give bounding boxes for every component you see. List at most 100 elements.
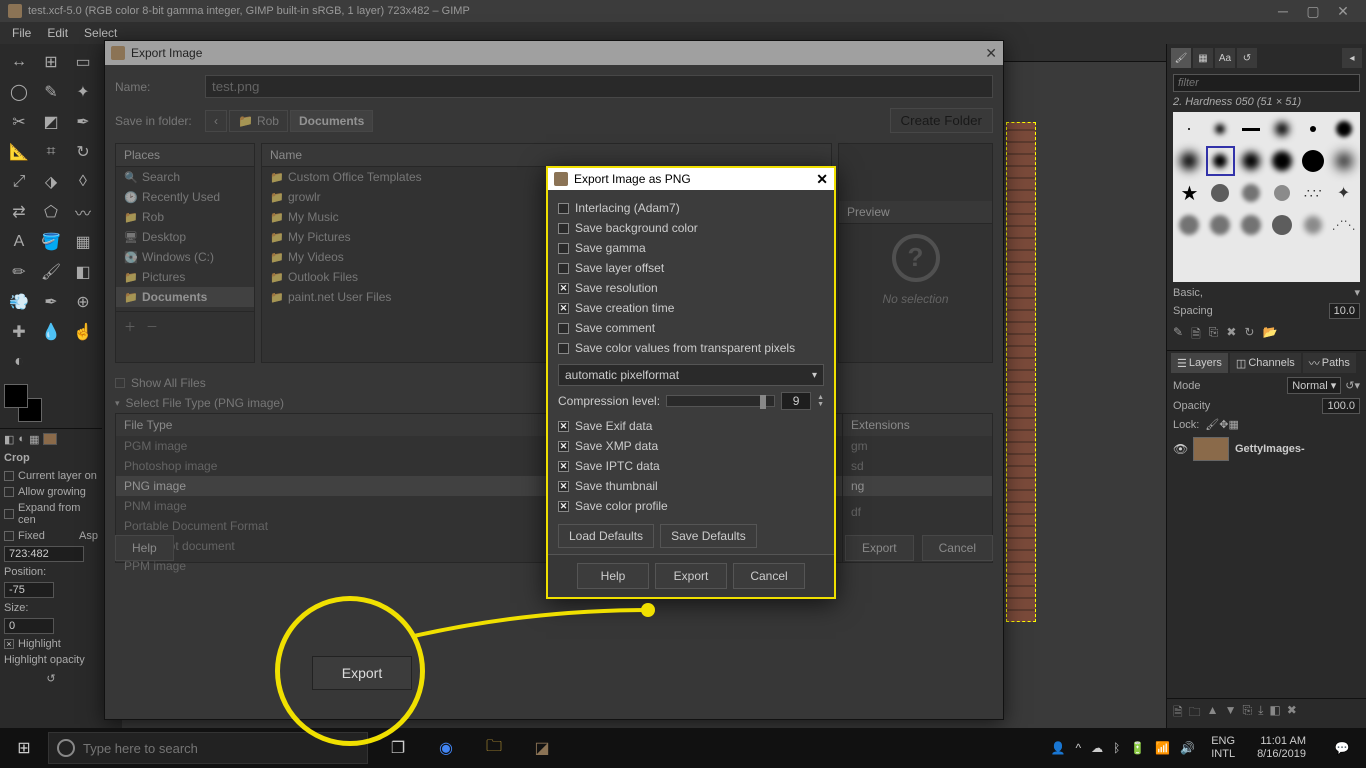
places-item[interactable]: 📁Pictures [116, 267, 254, 287]
menu-file[interactable]: File [4, 24, 39, 42]
annotation-export-button[interactable]: Export [312, 656, 412, 690]
remove-bookmark-icon[interactable]: － [146, 318, 158, 335]
create-folder-button[interactable]: Create Folder [890, 108, 994, 133]
bluetooth-icon[interactable]: ᛒ [1113, 741, 1120, 755]
mode-chevron-icon[interactable]: ▾ [1354, 379, 1360, 392]
export-confirm-button[interactable]: Export [845, 535, 914, 561]
maximize-button[interactable]: ▢ [1298, 1, 1328, 21]
brushes-tab-icon[interactable]: 🖌 [1171, 48, 1191, 68]
pixelformat-select[interactable]: automatic pixelformat▾ [558, 364, 824, 386]
start-button[interactable]: ⊞ [0, 728, 48, 768]
export-dialog-titlebar[interactable]: Export Image ✕ [105, 41, 1003, 65]
mask-layer-icon[interactable]: ◧ [1269, 703, 1280, 724]
tool-clone[interactable]: ⊕ [68, 288, 98, 316]
spin-up-icon[interactable]: ▲ [817, 394, 824, 401]
lock-position-icon[interactable]: ✥ [1219, 418, 1228, 431]
tool-heal[interactable]: ✚ [4, 318, 34, 346]
export-filename-input[interactable] [205, 75, 993, 98]
lower-layer-icon[interactable]: ▼ [1225, 703, 1237, 724]
spacing-value[interactable]: 10.0 [1329, 303, 1360, 319]
chk-allow-growing[interactable] [4, 487, 14, 497]
chk-current-layer[interactable] [4, 471, 14, 481]
places-item[interactable]: 🔍Search [116, 167, 254, 187]
visibility-icon[interactable]: 👁 [1173, 442, 1187, 456]
breadcrumb-item[interactable]: Documents [290, 110, 373, 132]
png-option-checkbox[interactable]: Interlacing (Adam7) [558, 198, 824, 218]
people-icon[interactable]: 👤 [1051, 741, 1066, 755]
fg-color-swatch[interactable] [4, 384, 28, 408]
explorer-app-icon[interactable]: 🗀 [472, 728, 516, 768]
gimp-app-icon[interactable]: ◪ [520, 728, 564, 768]
cortana-icon[interactable] [57, 739, 75, 757]
layer-thumbnail[interactable] [1193, 437, 1229, 461]
color-swatches[interactable] [4, 384, 44, 424]
brush-grid[interactable]: ★ ∴∵ ✦ ⋰⋱ [1173, 112, 1360, 282]
places-item[interactable]: 🖥Desktop [116, 227, 254, 247]
png-option-checkbox[interactable]: ✕Save creation time [558, 298, 824, 318]
onedrive-icon[interactable]: ☁ [1091, 741, 1103, 755]
battery-icon[interactable]: 🔋 [1130, 741, 1145, 755]
tab-channels[interactable]: ◫Channels [1230, 353, 1301, 373]
tool-fuzzy-select[interactable]: ✦ [68, 78, 98, 106]
dock-menu-icon[interactable]: ◂ [1342, 48, 1362, 68]
tool-paths[interactable]: ✒ [68, 108, 98, 136]
png-option-checkbox[interactable]: Save background color [558, 218, 824, 238]
history-tab-icon[interactable]: ↺ [1237, 48, 1257, 68]
tool-pencil[interactable]: ✏ [4, 258, 34, 286]
places-item[interactable]: 🕑Recently Used [116, 187, 254, 207]
taskbar-search-input[interactable] [83, 741, 359, 756]
tool-free-select[interactable]: ✎ [36, 78, 66, 106]
tool-blur[interactable]: 💧 [36, 318, 66, 346]
minimize-button[interactable]: ─ [1268, 1, 1298, 21]
tab-paths[interactable]: 〰Paths [1303, 353, 1356, 373]
chk-expand-center[interactable] [4, 509, 14, 519]
tool-flip[interactable]: ⇄ [4, 198, 34, 226]
clock[interactable]: 11:01 AM8/16/2019 [1251, 735, 1312, 761]
tool-cage[interactable]: ⬠ [36, 198, 66, 226]
breadcrumb-back[interactable]: ‹ [205, 110, 227, 132]
png-option-checkbox[interactable]: ✕Save resolution [558, 278, 824, 298]
tool-warp[interactable]: 〰 [68, 198, 98, 226]
task-view-icon[interactable]: ❐ [376, 728, 420, 768]
breadcrumb-item[interactable]: 📁Rob [229, 110, 288, 132]
tab-layers[interactable]: ☰Layers [1171, 353, 1228, 373]
chk-show-all[interactable] [115, 378, 125, 388]
png-dialog-titlebar[interactable]: Export Image as PNG ✕ [548, 168, 834, 190]
tool-gradient[interactable]: ▦ [68, 228, 98, 256]
delete-layer-icon[interactable]: ✖ [1287, 703, 1297, 724]
png-help-button[interactable]: Help [577, 563, 649, 589]
png-option-checkbox[interactable]: Save color values from transparent pixel… [558, 338, 824, 358]
tray-chevron-icon[interactable]: ^ [1076, 741, 1082, 755]
opacity-value[interactable]: 100.0 [1322, 398, 1360, 414]
png-option-checkbox[interactable]: Save comment [558, 318, 824, 338]
export-cancel-button[interactable]: Cancel [922, 535, 993, 561]
layer-row[interactable]: 👁 GettyImages- [1167, 433, 1366, 465]
close-button[interactable]: ✕ [1328, 1, 1358, 21]
taskbar-search[interactable] [48, 732, 368, 764]
tool-align[interactable]: ⊞ [36, 48, 66, 76]
compression-value-input[interactable] [781, 392, 811, 410]
tool-move[interactable]: ↔ [4, 48, 34, 76]
tool-rotate[interactable]: ↻ [68, 138, 98, 166]
edit-brush-icon[interactable]: ✎ [1173, 325, 1183, 346]
fonts-tab-icon[interactable]: Aa [1215, 48, 1235, 68]
add-bookmark-icon[interactable]: ＋ [124, 318, 136, 335]
tool-airbrush[interactable]: 💨 [4, 288, 34, 316]
menu-edit[interactable]: Edit [39, 24, 76, 42]
tool-scissors[interactable]: ✂ [4, 108, 34, 136]
png-option-checkbox[interactable]: ✕Save IPTC data [558, 456, 824, 476]
size-input[interactable] [4, 618, 54, 634]
tool-ink[interactable]: ✒ [36, 288, 66, 316]
chk-fixed[interactable] [4, 531, 14, 541]
export-help-button[interactable]: Help [115, 535, 174, 561]
compression-slider[interactable] [666, 395, 775, 407]
tool-foreground[interactable]: ◩ [36, 108, 66, 136]
png-option-checkbox[interactable]: Save gamma [558, 238, 824, 258]
png-export-button[interactable]: Export [655, 563, 727, 589]
del-brush-icon[interactable]: ✖ [1226, 325, 1236, 346]
brush-selected[interactable] [1206, 146, 1235, 176]
png-dialog-close-icon[interactable]: ✕ [816, 171, 828, 188]
opts-tab-icon[interactable] [43, 433, 57, 445]
blend-mode-select[interactable]: Normal ▾ [1287, 377, 1341, 394]
opts-tab-icon[interactable]: ◧ [4, 433, 14, 446]
